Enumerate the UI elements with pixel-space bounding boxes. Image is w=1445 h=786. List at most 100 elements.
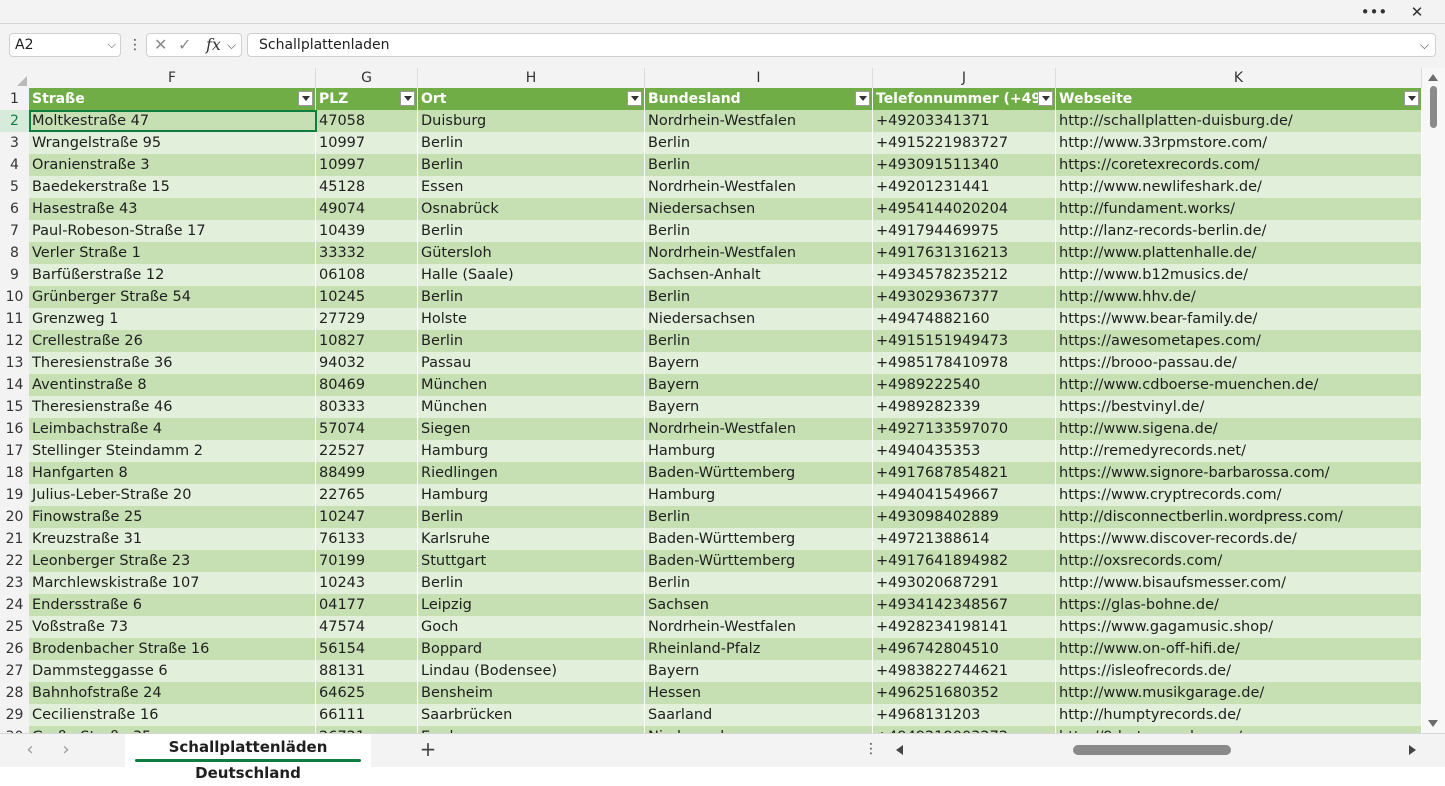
table-cell[interactable]: Berlin — [418, 286, 645, 308]
table-cell[interactable]: Cecilienstraße 16 — [29, 704, 316, 726]
table-cell[interactable]: https://www.cryptrecords.com/ — [1056, 484, 1422, 506]
table-cell[interactable]: +4934142348567 — [873, 594, 1056, 616]
table-cell[interactable]: +4915221983727 — [873, 132, 1056, 154]
table-cell[interactable]: Hanfgarten 8 — [29, 462, 316, 484]
table-cell[interactable]: München — [418, 396, 645, 418]
table-cell[interactable]: Oranienstraße 3 — [29, 154, 316, 176]
table-cell[interactable]: 27729 — [316, 308, 418, 330]
table-cell[interactable]: 06108 — [316, 264, 418, 286]
table-cell[interactable]: Paul-Robeson-Straße 17 — [29, 220, 316, 242]
table-cell[interactable]: +4968131203 — [873, 704, 1056, 726]
row-header[interactable]: 28 — [0, 682, 29, 704]
table-cell[interactable]: Verler Straße 1 — [29, 242, 316, 264]
more-vertical-icon[interactable]: ⋮ — [128, 33, 142, 57]
table-cell[interactable]: https://www.bear-family.de/ — [1056, 308, 1422, 330]
filter-dropdown-icon[interactable] — [400, 91, 415, 106]
table-cell[interactable]: Osnabrück — [418, 198, 645, 220]
table-cell[interactable]: Hessen — [645, 682, 873, 704]
table-cell[interactable]: http://www.on-off-hifi.de/ — [1056, 638, 1422, 660]
table-cell[interactable]: +49474882160 — [873, 308, 1056, 330]
close-icon[interactable]: ✕ — [1402, 0, 1432, 23]
table-cell[interactable]: Hamburg — [418, 484, 645, 506]
table-cell[interactable]: http://www.33rpmstore.com/ — [1056, 132, 1422, 154]
table-cell[interactable]: Kreuzstraße 31 — [29, 528, 316, 550]
table-cell[interactable]: +4917631316213 — [873, 242, 1056, 264]
table-cell[interactable]: Baden-Württemberg — [645, 550, 873, 572]
column-header-k[interactable]: K — [1056, 68, 1422, 88]
table-cell[interactable]: https://www.signore-barbarossa.com/ — [1056, 462, 1422, 484]
table-cell[interactable]: Bayern — [645, 374, 873, 396]
table-cell[interactable]: Nordrhein-Westfalen — [645, 418, 873, 440]
table-cell[interactable]: 22527 — [316, 440, 418, 462]
row-header[interactable]: 5 — [0, 176, 29, 198]
table-cell[interactable]: 10439 — [316, 220, 418, 242]
name-box[interactable]: A2 ⌵ — [9, 33, 121, 57]
table-cell[interactable]: Berlin — [418, 220, 645, 242]
filter-dropdown-icon[interactable] — [298, 91, 313, 106]
sheet-options-icon[interactable]: ⋮ — [864, 734, 878, 767]
table-cell[interactable]: 88131 — [316, 660, 418, 682]
table-cell[interactable]: Karlsruhe — [418, 528, 645, 550]
table-cell[interactable]: 10247 — [316, 506, 418, 528]
table-cell[interactable]: +491794469975 — [873, 220, 1056, 242]
table-cell[interactable]: +4983822744621 — [873, 660, 1056, 682]
select-all-corner[interactable] — [0, 68, 29, 88]
table-cell[interactable]: 49074 — [316, 198, 418, 220]
table-cell[interactable]: Nordrhein-Westfalen — [645, 616, 873, 638]
table-cell[interactable]: Niedersachsen — [645, 308, 873, 330]
row-header[interactable]: 4 — [0, 154, 29, 176]
table-cell[interactable]: http://www.musikgarage.de/ — [1056, 682, 1422, 704]
table-cell[interactable]: Goch — [418, 616, 645, 638]
table-cell[interactable]: http://lanz-records-berlin.de/ — [1056, 220, 1422, 242]
horizontal-scrollbar[interactable] — [890, 734, 1422, 767]
table-cell[interactable]: Sachsen-Anhalt — [645, 264, 873, 286]
expand-formula-icon[interactable]: ⌵ — [1420, 34, 1429, 56]
table-cell[interactable]: 33332 — [316, 242, 418, 264]
column-header-h[interactable]: H — [418, 68, 645, 88]
table-cell[interactable]: +49721388614 — [873, 528, 1056, 550]
row-header[interactable]: 3 — [0, 132, 29, 154]
table-cell[interactable]: Hamburg — [645, 484, 873, 506]
table-cell[interactable]: http://www.sigena.de/ — [1056, 418, 1422, 440]
table-cell[interactable]: Holste — [418, 308, 645, 330]
table-cell[interactable]: Halle (Saale) — [418, 264, 645, 286]
row-header[interactable]: 22 — [0, 550, 29, 572]
table-cell[interactable]: Hasestraße 43 — [29, 198, 316, 220]
table-cell[interactable]: 47058 — [316, 110, 418, 132]
table-cell[interactable]: Leonberger Straße 23 — [29, 550, 316, 572]
table-cell[interactable]: 22765 — [316, 484, 418, 506]
vertical-scroll-thumb[interactable] — [1430, 86, 1437, 128]
table-cell[interactable]: http://oxsrecords.com/ — [1056, 550, 1422, 572]
table-cell[interactable]: Saarbrücken — [418, 704, 645, 726]
table-cell[interactable]: Stuttgart — [418, 550, 645, 572]
table-cell[interactable]: http://www.b12musics.de/ — [1056, 264, 1422, 286]
table-cell[interactable]: Sachsen — [645, 594, 873, 616]
table-cell[interactable]: https://brooo-passau.de/ — [1056, 352, 1422, 374]
table-cell[interactable]: Nordrhein-Westfalen — [645, 110, 873, 132]
table-cell[interactable]: +4940435353 — [873, 440, 1056, 462]
table-cell[interactable]: Leimbachstraße 4 — [29, 418, 316, 440]
filter-dropdown-icon[interactable] — [1038, 91, 1053, 106]
table-cell[interactable]: 94032 — [316, 352, 418, 374]
header-cell[interactable]: Bundesland — [645, 88, 873, 110]
table-cell[interactable]: +4927133597070 — [873, 418, 1056, 440]
table-cell[interactable]: Passau — [418, 352, 645, 374]
table-cell[interactable]: http://www.bisaufsmesser.com/ — [1056, 572, 1422, 594]
table-cell[interactable]: Berlin — [645, 286, 873, 308]
table-cell[interactable]: 10243 — [316, 572, 418, 594]
table-cell[interactable]: https://coretexrecords.com/ — [1056, 154, 1422, 176]
table-cell[interactable]: Saarland — [645, 704, 873, 726]
table-cell[interactable]: 66111 — [316, 704, 418, 726]
table-cell[interactable]: Berlin — [418, 572, 645, 594]
column-header-f[interactable]: F — [29, 68, 316, 88]
table-cell[interactable]: 80333 — [316, 396, 418, 418]
row-header[interactable]: 14 — [0, 374, 29, 396]
more-horizontal-icon[interactable]: ••• — [1359, 0, 1389, 23]
table-cell[interactable]: Bayern — [645, 352, 873, 374]
row-header[interactable]: 15 — [0, 396, 29, 418]
table-cell[interactable]: Baden-Württemberg — [645, 462, 873, 484]
row-header[interactable]: 20 — [0, 506, 29, 528]
table-cell[interactable]: 56154 — [316, 638, 418, 660]
table-cell[interactable]: 10997 — [316, 154, 418, 176]
table-cell[interactable]: Stellinger Steindamm 2 — [29, 440, 316, 462]
